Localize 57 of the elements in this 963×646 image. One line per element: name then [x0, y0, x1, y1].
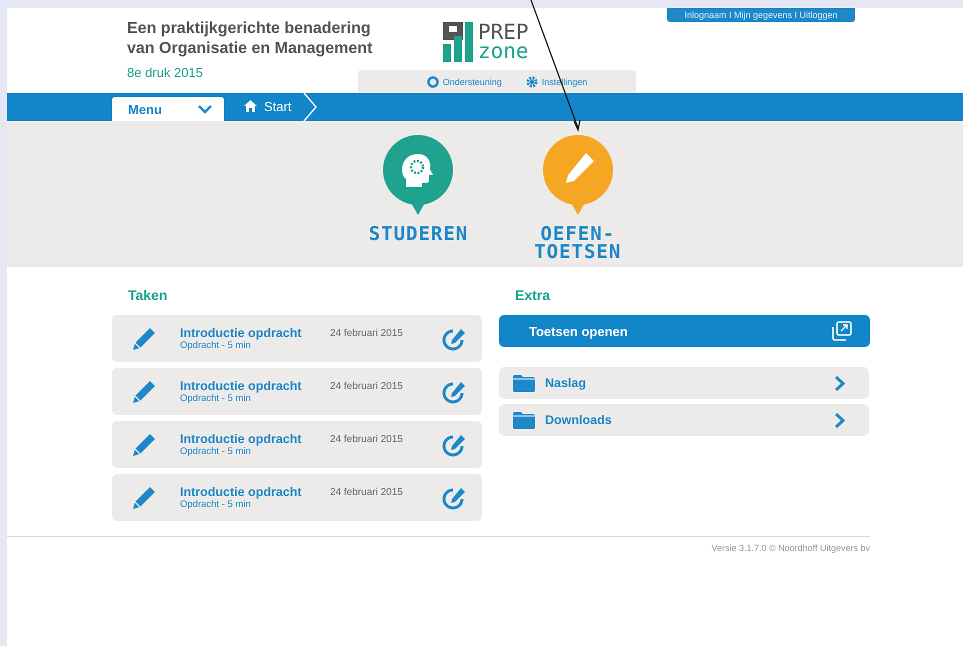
- task-title: Introductie opdracht: [180, 485, 303, 499]
- folder-row[interactable]: Downloads: [499, 404, 869, 436]
- pencil-icon: [132, 326, 156, 350]
- account-links[interactable]: Inlognaam I Mijn gegevens I Uitloggen: [667, 8, 855, 22]
- pencil-icon: [132, 486, 156, 510]
- section-heading: Extra: [515, 287, 552, 303]
- start-breadcrumb[interactable]: Start: [244, 92, 292, 120]
- task-title: Introductie opdracht: [180, 432, 303, 446]
- logo-text: PREP: [478, 23, 529, 42]
- task-date: 24 februari 2015: [330, 381, 404, 392]
- menu-dropdown[interactable]: Menu: [112, 97, 224, 121]
- pencil-icon: [132, 380, 156, 404]
- study-tile[interactable]: STUDEREN: [368, 121, 468, 267]
- course-title: Een praktijkgerichte benadering: [127, 19, 372, 39]
- edit-circle-icon: [442, 326, 466, 350]
- task-row[interactable]: Introductie opdracht Opdracht - 5 min 24 februari 2015: [112, 315, 482, 362]
- tile-label: OEFEN-: [540, 225, 616, 243]
- folder-icon: [513, 412, 535, 428]
- task-title: Introductie opdracht: [180, 326, 303, 340]
- section-heading: Taken: [128, 287, 168, 303]
- task-date: 24 februari 2015: [330, 434, 404, 445]
- edit-circle-icon: [442, 432, 466, 456]
- logo-icon: [443, 22, 473, 62]
- chevron-right-icon: [834, 412, 845, 428]
- folder-icon: [513, 374, 535, 392]
- chevron-right-icon: [834, 374, 845, 392]
- support-link[interactable]: Ondersteuning: [426, 76, 502, 88]
- edit-circle-icon: [442, 486, 466, 510]
- lifebuoy-icon: [426, 76, 439, 88]
- task-title: Introductie opdracht: [180, 379, 303, 393]
- folder-label: Naslag: [545, 376, 587, 390]
- task-date: 24 februari 2015: [330, 328, 404, 339]
- tile-label: TOETSEN: [534, 243, 622, 261]
- task-subtitle: Opdracht - 5 min: [180, 340, 252, 351]
- task-subtitle: Opdracht - 5 min: [180, 499, 252, 510]
- task-subtitle: Opdracht - 5 min: [180, 446, 252, 457]
- home-icon: [244, 100, 257, 112]
- task-subtitle: Opdracht - 5 min: [180, 393, 252, 404]
- course-title: van Organisatie en Management: [127, 39, 372, 59]
- folder-label: Downloads: [545, 413, 613, 427]
- tile-label: STUDEREN: [368, 225, 468, 243]
- external-window-icon: [832, 321, 852, 341]
- task-row[interactable]: Introductie opdracht Opdracht - 5 min 24 februari 2015: [112, 421, 482, 468]
- task-row[interactable]: Introductie opdracht Opdracht - 5 min 24 februari 2015: [112, 474, 482, 521]
- pencil-icon: [132, 432, 156, 456]
- open-tests-button[interactable]: Toetsen openen: [499, 315, 870, 347]
- version-text: Versie 3.1.7.0 © Noordhoff Uitgevers bv: [711, 543, 870, 553]
- breadcrumb-separator-icon: [303, 93, 318, 121]
- task-date: 24 februari 2015: [330, 487, 404, 498]
- practice-tile[interactable]: OEFEN- TOETSEN: [534, 121, 622, 267]
- logo-text: zone: [478, 42, 529, 61]
- chevron-down-icon: [198, 104, 212, 114]
- settings-icon: [526, 76, 538, 88]
- task-row[interactable]: Introductie opdracht Opdracht - 5 min 24 februari 2015: [112, 368, 482, 415]
- edition-label: 8e druk 2015: [127, 65, 204, 80]
- edit-circle-icon: [442, 380, 466, 404]
- folder-row[interactable]: Naslag: [499, 367, 869, 399]
